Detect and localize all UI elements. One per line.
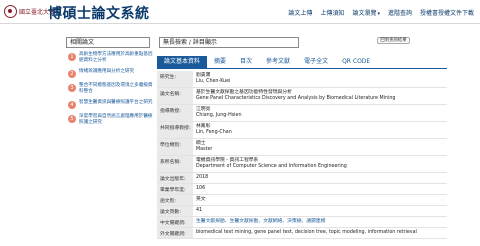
- detail-view-title: 無長檢索 / 詳目顯示: [159, 37, 299, 48]
- field-label: 外文關鍵詞:: [157, 228, 193, 238]
- related-theses-list: 1 高齡生物學方法應用於高齡重點基因組資料之分析 2 情緒辨識應用與分析之研究 …: [68, 52, 156, 131]
- system-title[interactable]: 博碩士論文系統: [48, 3, 150, 23]
- field-value: 生醫文獻探勘、生醫文獻探勘、文獻網絡、決策樹、議題建模: [193, 217, 447, 227]
- tab-qr-code[interactable]: QR CODE: [335, 56, 377, 68]
- related-thesis-link[interactable]: 情緒辨識應用與分析之研究: [79, 69, 134, 75]
- field-value: 2018: [196, 175, 209, 180]
- table-row: 論文頁數: 41: [157, 206, 447, 217]
- nav-upload[interactable]: 論文上傳: [288, 8, 312, 17]
- tab-contents[interactable]: 目次: [233, 56, 259, 68]
- university-logo-icon: [4, 5, 17, 18]
- value-en: Department of Computer Science and Infor…: [196, 164, 347, 169]
- list-item[interactable]: 3 整合不同模態基因及環境之多層級資料整合: [68, 83, 156, 95]
- chinese-keywords-link[interactable]: 生醫文獻探勘、生醫文獻探勘、文獻網絡、決策樹、議題建模: [196, 219, 326, 224]
- table-row: 畢業學年度: 106: [157, 184, 447, 195]
- value-en: Liu, Chen-Kuei: [196, 79, 231, 84]
- table-row: 學位類別: 碩士 Master: [157, 139, 447, 156]
- value-en: Lin, Feng-Chan: [196, 130, 232, 135]
- table-row: 語文別: 英文: [157, 195, 447, 206]
- table-row: 外文關鍵詞: biomedical text mining, gene pane…: [157, 228, 447, 239]
- field-value: 106: [196, 186, 206, 191]
- field-value: biomedical text mining, gene panel test,…: [196, 230, 417, 235]
- field-label: 論文名稱:: [157, 88, 193, 104]
- field-label: 論文出版年:: [157, 173, 193, 183]
- tab-references[interactable]: 參考文獻: [259, 56, 297, 68]
- field-label: 研究生:: [157, 71, 193, 87]
- related-thesis-link[interactable]: 高齡生物學方法應用於高齡重點基因組資料之分析: [79, 52, 156, 64]
- tab-abstract[interactable]: 摘要: [207, 56, 233, 68]
- item-number-badge: 5: [68, 115, 76, 123]
- field-value: 基於生醫文獻探勘之基因功能特性發現與分析 Gene Panel Characte…: [193, 88, 447, 104]
- related-thesis-link[interactable]: 整合不同模態基因及環境之多層級資料整合: [79, 83, 156, 95]
- field-value: 碩士 Master: [193, 139, 447, 155]
- field-label: 語文別:: [157, 195, 193, 205]
- chevron-down-icon: ▾: [377, 11, 380, 17]
- detail-tabs: 論文基本資料 摘要 目次 參考文獻 電子全文 QR CODE: [157, 56, 377, 68]
- field-label: 系所名稱:: [157, 156, 193, 172]
- tab-basic-info[interactable]: 論文基本資料: [157, 56, 208, 68]
- list-item[interactable]: 2 情緒辨識應用與分析之研究: [68, 69, 156, 78]
- value-en: Master: [196, 147, 213, 152]
- top-nav: 論文上傳 上傳須知 論文瀏覽▾ 進階查詢 授權書授權文件下載: [288, 8, 474, 17]
- related-thesis-link[interactable]: 智慧生醫資訊與醫療照護平台之研究: [79, 100, 153, 106]
- item-number-badge: 4: [68, 101, 76, 109]
- item-number-badge: 2: [68, 70, 76, 78]
- field-value: 林鳳彰 Lin, Feng-Chan: [193, 122, 447, 138]
- back-to-results-button[interactable]: 回到查詢結果: [377, 37, 410, 44]
- table-row: 論文出版年: 2018: [157, 173, 447, 184]
- field-label: 指導教授:: [157, 105, 193, 121]
- item-number-badge: 3: [68, 84, 76, 92]
- nav-authorization-download[interactable]: 授權書授權文件下載: [420, 8, 474, 17]
- field-value: 電機資訊學院 - 資訊工程學系 Department of Computer S…: [193, 156, 447, 172]
- field-label: 論文頁數:: [157, 206, 193, 216]
- table-row: 論文名稱: 基於生醫文獻探勘之基因功能特性發現與分析 Gene Panel Ch…: [157, 88, 447, 105]
- nav-advanced-search[interactable]: 進階查詢: [388, 8, 412, 17]
- field-label: 學位類別:: [157, 139, 193, 155]
- nav-browse[interactable]: 論文瀏覽▾: [352, 8, 380, 17]
- nav-browse-label: 論文瀏覽: [352, 10, 377, 17]
- nav-upload-notes[interactable]: 上傳須知: [320, 8, 344, 17]
- table-row: 研究生: 劉貴寶 Liu, Chen-Kuei: [157, 71, 447, 88]
- list-item[interactable]: 4 智慧生醫資訊與醫療照護平台之研究: [68, 100, 156, 109]
- field-label: 共同指導教授:: [157, 122, 193, 138]
- thesis-metadata-table: 研究生: 劉貴寶 Liu, Chen-Kuei 論文名稱: 基於生醫文獻探勘之基…: [157, 71, 447, 239]
- field-value: 41: [196, 208, 203, 213]
- table-row: 中文關鍵詞: 生醫文獻探勘、生醫文獻探勘、文獻網絡、決策樹、議題建模: [157, 217, 447, 228]
- value-en: Chiang, Jung-Hsien: [196, 113, 242, 118]
- field-label: 畢業學年度:: [157, 184, 193, 194]
- list-item[interactable]: 5 深度學習與自然語言處理應用於醫療照護之研究: [68, 114, 156, 126]
- table-row: 共同指導教授: 林鳳彰 Lin, Feng-Chan: [157, 122, 447, 139]
- tab-fulltext[interactable]: 電子全文: [297, 56, 335, 68]
- field-value: 江明亮 Chiang, Jung-Hsien: [193, 105, 447, 121]
- related-theses-heading: 相關論文: [66, 37, 150, 48]
- header-bar: 國立臺北大學 博碩士論文系統 論文上傳 上傳須知 論文瀏覽▾ 進階查詢 授權書授…: [0, 0, 480, 24]
- tab-underline: [157, 68, 447, 69]
- table-row: 系所名稱: 電機資訊學院 - 資訊工程學系 Department of Comp…: [157, 156, 447, 173]
- field-value: 英文: [196, 197, 206, 202]
- related-thesis-link[interactable]: 深度學習與自然語言處理應用於醫療照護之研究: [79, 114, 156, 126]
- value-en: Gene Panel Characteristics Discovery and…: [196, 96, 396, 101]
- list-item[interactable]: 1 高齡生物學方法應用於高齡重點基因組資料之分析: [68, 52, 156, 64]
- table-row: 指導教授: 江明亮 Chiang, Jung-Hsien: [157, 105, 447, 122]
- field-value: 劉貴寶 Liu, Chen-Kuei: [193, 71, 447, 87]
- item-number-badge: 1: [68, 53, 76, 61]
- field-label: 中文關鍵詞:: [157, 217, 193, 227]
